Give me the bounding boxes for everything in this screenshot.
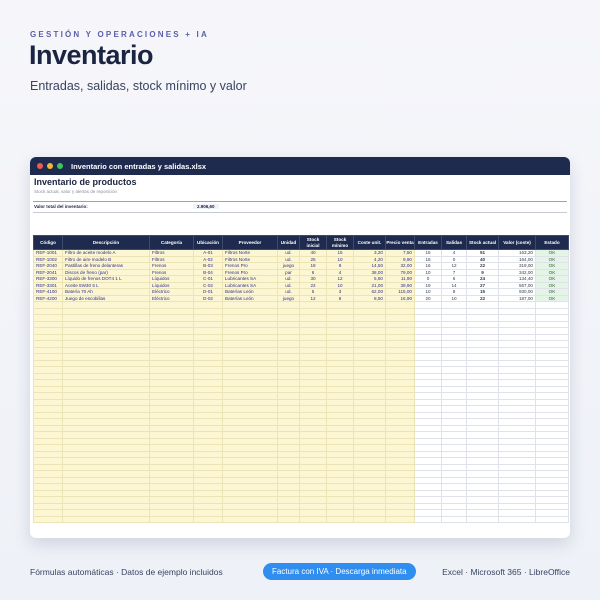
column-header[interactable]: Coste unit. [353,235,386,250]
table-cell[interactable] [222,515,278,523]
footer-features: Fórmulas automáticas · Datos de ejemplo … [30,567,223,577]
table-cell[interactable] [299,515,327,523]
table-cell[interactable] [326,515,354,523]
inventory-table: Código Descripción Categoría Ubicación Prove… [33,235,569,523]
table-header-row: Código Descripción Categoría Ubicación Prove… [33,235,569,250]
sheet-area: Inventario de productos Stock actual, va… [30,175,570,538]
table-cell[interactable] [535,515,569,523]
column-header[interactable]: Salidas [441,235,467,250]
table-cell[interactable] [441,515,467,523]
table-cell[interactable] [385,515,415,523]
page-title: Inventario [29,40,154,70]
column-header[interactable]: Entradas [414,235,442,250]
divider [33,201,567,202]
column-header[interactable]: Stock mínimo [326,235,354,250]
table-row [33,515,569,523]
table-cell[interactable] [414,515,442,523]
table-cell[interactable] [149,515,194,523]
sheet-title: Inventario de productos [34,177,137,187]
maximize-dot[interactable] [57,163,63,169]
kicker: GESTIÓN Y OPERACIONES + IA [30,30,209,39]
table-cell[interactable] [277,515,300,523]
column-header[interactable]: Ubicación [193,235,223,250]
column-header[interactable]: Código [33,235,63,250]
table-cell[interactable] [466,515,499,523]
column-header[interactable]: Descripción [62,235,150,250]
table-cell[interactable] [353,515,386,523]
column-header[interactable]: Estado [535,235,569,250]
sheet-description: Stock actual, valor y alertas de reposic… [34,189,118,194]
column-header[interactable]: Proveedor [222,235,278,250]
total-label: Valor total del inventario: [34,204,88,209]
footer-compatibility: Excel · Microsoft 365 · LibreOffice [442,567,570,577]
window-filename: Inventario con entradas y salidas.xlsx [71,161,207,171]
table-cell[interactable] [498,515,536,523]
column-header[interactable]: Precio venta [385,235,415,250]
column-header[interactable]: Stock actual [466,235,499,250]
table-cell[interactable] [62,515,150,523]
download-pill-button[interactable]: Factura con IVA · Descarga inmediata [263,563,416,580]
column-header[interactable]: Valor (coste) [498,235,536,250]
spreadsheet-window: Inventario con entradas y salidas.xlsx I… [30,157,570,538]
minimize-dot[interactable] [47,163,53,169]
close-dot[interactable] [37,163,43,169]
divider [33,212,567,213]
table-cell[interactable] [33,515,63,523]
column-header[interactable]: Categoría [149,235,194,250]
column-header[interactable]: Stock inicial [299,235,327,250]
page-subtitle: Entradas, salidas, stock mínimo y valor [30,79,247,93]
column-header[interactable]: Unidad [277,235,300,250]
window-titlebar: Inventario con entradas y salidas.xlsx [30,157,570,175]
table-cell[interactable] [193,515,223,523]
total-value[interactable]: 2.906,60 [193,204,219,209]
